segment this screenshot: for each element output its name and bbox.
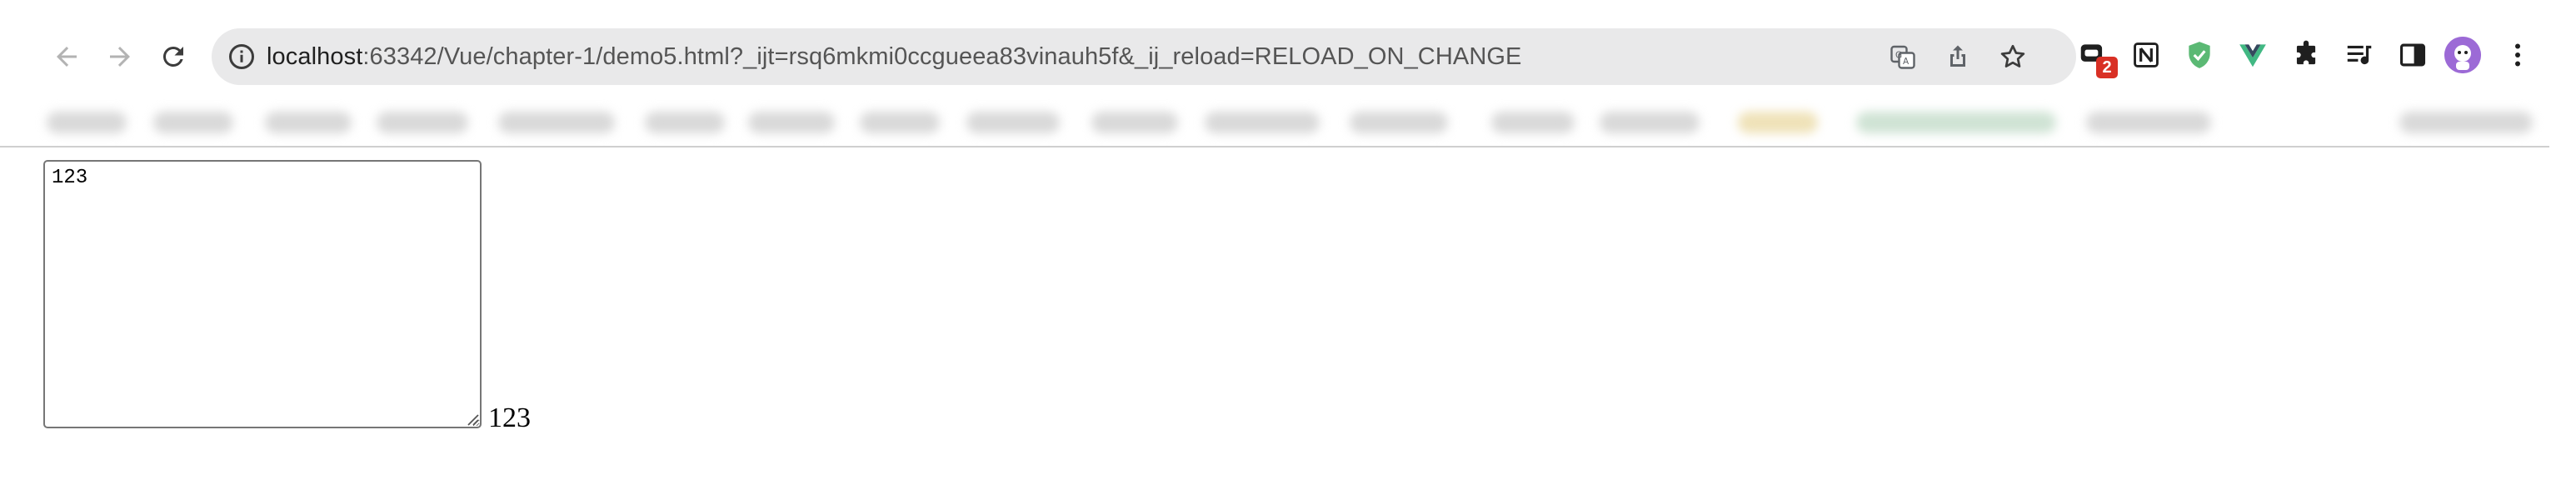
url-text[interactable]: localhost:63342/Vue/chapter-1/demo5.html… <box>267 28 1521 85</box>
bookmark-item[interactable] <box>1091 112 1178 133</box>
bookmark-item[interactable] <box>860 112 940 133</box>
notion-icon[interactable] <box>2128 37 2164 73</box>
url-path: :63342/Vue/chapter-1/demo5.html?_ijt=rsq… <box>362 43 1522 70</box>
forward-button[interactable] <box>95 32 145 82</box>
shield-icon[interactable] <box>2181 37 2218 73</box>
url-host: localhost <box>267 43 363 70</box>
bookmark-item[interactable] <box>966 112 1060 133</box>
bookmark-item[interactable] <box>1350 112 1448 133</box>
svg-text:G: G <box>1895 51 1902 61</box>
bookmark-item[interactable] <box>1738 112 1818 133</box>
back-button[interactable] <box>42 32 92 82</box>
toolbar-divider <box>0 146 2549 148</box>
side-panel-icon[interactable] <box>2394 37 2431 73</box>
address-bar[interactable]: localhost:63342/Vue/chapter-1/demo5.html… <box>212 28 2076 85</box>
bookmark-item[interactable] <box>1856 112 2056 133</box>
bound-output-text: 123 <box>488 402 531 433</box>
bookmark-item[interactable] <box>498 112 615 133</box>
bookmarks-bar <box>0 98 2576 147</box>
browser-toolbar: localhost:63342/Vue/chapter-1/demo5.html… <box>0 0 2576 98</box>
bookmark-item[interactable] <box>1600 112 1700 133</box>
bookmark-item[interactable] <box>748 112 835 133</box>
vue-devtools-icon[interactable] <box>2234 37 2271 73</box>
more-vertical-icon <box>2515 43 2520 67</box>
arrow-left-icon <box>57 47 77 67</box>
share-icon[interactable] <box>1943 42 1973 72</box>
bookmark-item[interactable] <box>2086 112 2211 133</box>
svg-text:A: A <box>1903 57 1910 67</box>
reload-button[interactable] <box>148 32 198 82</box>
message-textarea[interactable] <box>43 160 482 428</box>
extension-badge: 2 <box>2096 57 2118 78</box>
bookmark-item[interactable] <box>377 112 468 133</box>
translate-icon[interactable]: G A <box>1888 42 1918 72</box>
bookmark-star-icon[interactable] <box>1998 42 2028 72</box>
extensions-puzzle-icon[interactable] <box>2288 37 2324 73</box>
profile-avatar[interactable] <box>2444 37 2481 73</box>
bookmark-item[interactable] <box>1491 112 1575 133</box>
arrow-right-icon <box>110 47 130 67</box>
media-playlist-icon[interactable] <box>2341 37 2378 73</box>
bookmark-item[interactable] <box>153 112 233 133</box>
bookmark-item[interactable] <box>2399 112 2533 133</box>
browser-menu-button[interactable] <box>2499 37 2536 73</box>
bookmark-item[interactable] <box>47 112 127 133</box>
reload-icon <box>162 46 183 67</box>
bookmark-item[interactable] <box>1205 112 1320 133</box>
info-icon[interactable] <box>227 42 257 72</box>
bookmark-item[interactable] <box>265 112 352 133</box>
bookmark-item[interactable] <box>645 112 725 133</box>
